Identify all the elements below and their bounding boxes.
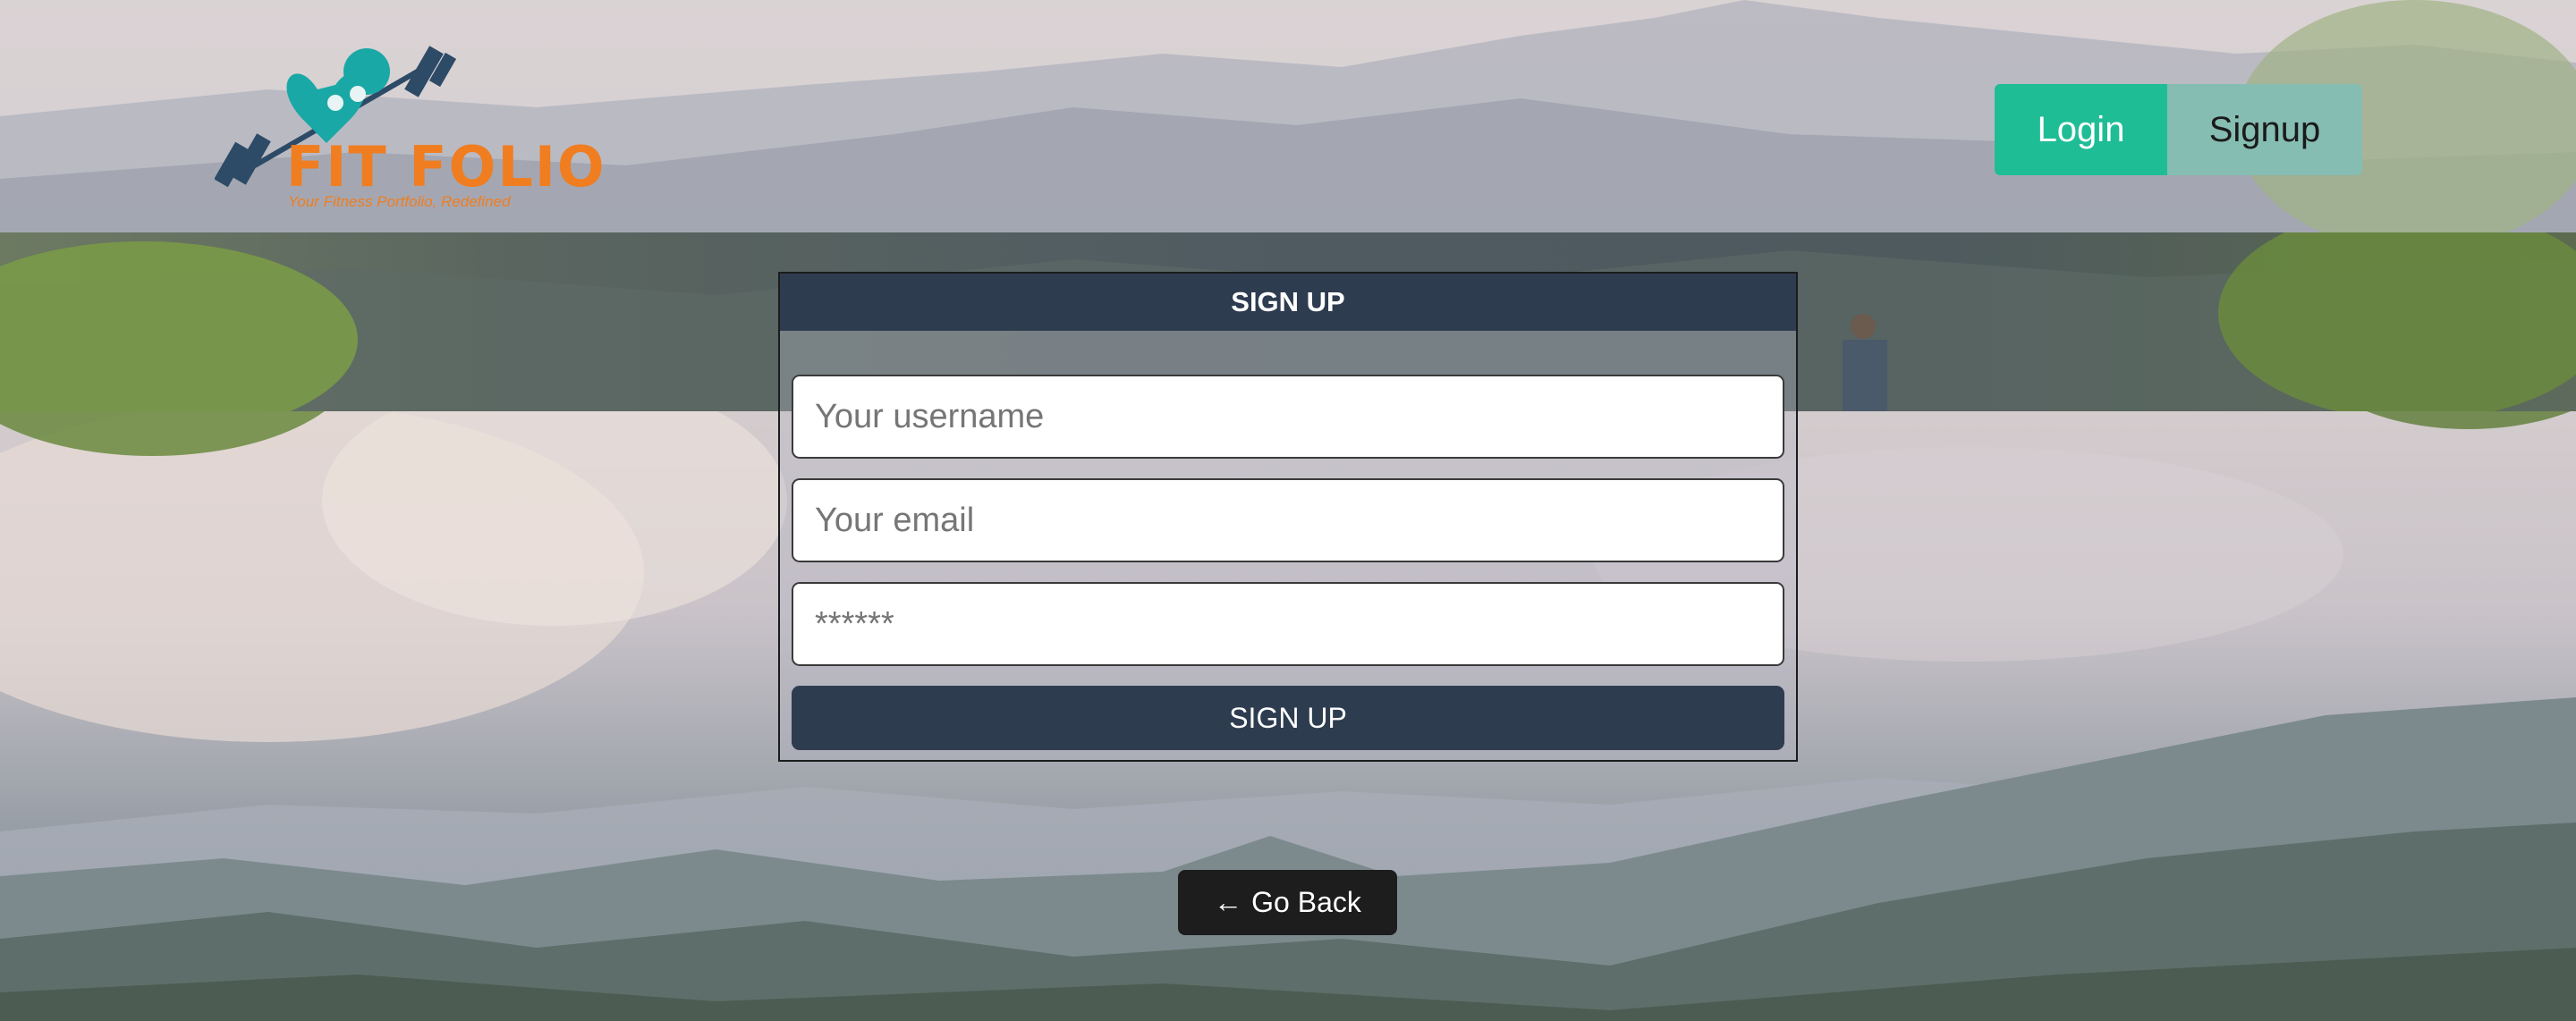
signup-form: SIGN UP SIGN UP — [778, 272, 1798, 762]
username-input[interactable] — [792, 375, 1784, 459]
signup-submit-button[interactable]: SIGN UP — [792, 686, 1784, 750]
form-title: SIGN UP — [780, 274, 1796, 331]
brand-name: FIT FOLIO — [286, 134, 606, 199]
go-back-label: Go Back — [1251, 886, 1361, 918]
password-input[interactable] — [792, 582, 1784, 666]
login-button[interactable]: Login — [1995, 84, 2167, 175]
brand-tagline: Your Fitness Portfolio, Redefined — [288, 193, 511, 210]
auth-nav: Login Signup — [1995, 84, 2362, 175]
email-input[interactable] — [792, 478, 1784, 562]
arrow-left-icon: ← — [1214, 886, 1243, 918]
header-bar: FIT FOLIO Your Fitness Portfolio, Redefi… — [0, 0, 2576, 232]
signup-nav-button[interactable]: Signup — [2167, 84, 2362, 175]
go-back-button[interactable]: ← Go Back — [1178, 870, 1397, 935]
